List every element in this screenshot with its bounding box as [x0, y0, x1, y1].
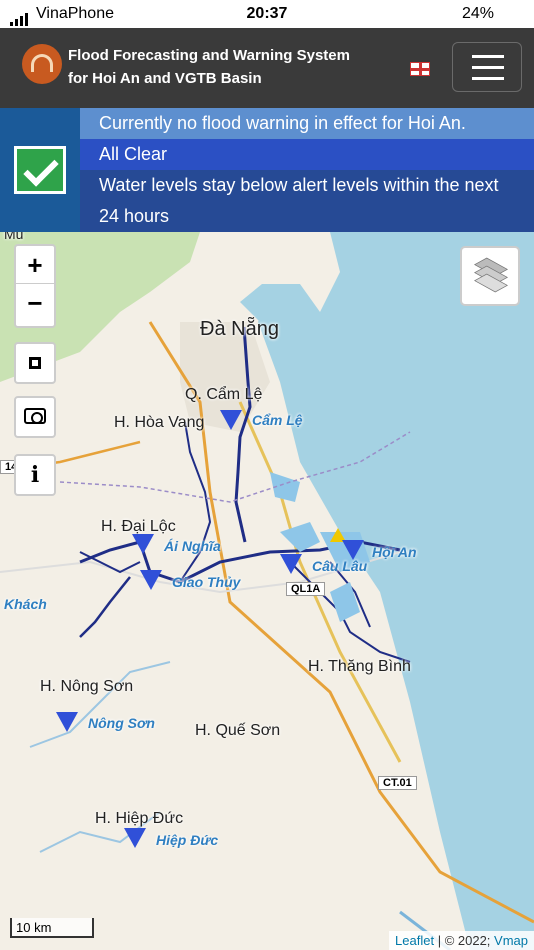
- place-label: H. Quế Sơn: [195, 722, 281, 739]
- status-bar: VinaPhone 20:37 24%: [0, 0, 534, 28]
- place-label: H. Nông Sơn: [40, 678, 134, 695]
- station-marker-icon[interactable]: [132, 534, 154, 554]
- station-marker-icon[interactable]: [342, 540, 364, 560]
- alert-line-4: 24 hours: [80, 201, 534, 232]
- zoom-in-button[interactable]: +: [16, 246, 54, 284]
- station-label[interactable]: Giao Thủy: [172, 574, 240, 590]
- station-marker-icon[interactable]: [56, 712, 78, 732]
- alert-level: All Clear: [80, 139, 534, 170]
- station-marker-icon[interactable]: [280, 554, 302, 574]
- road-label: QL1A: [286, 582, 326, 596]
- alert-line-3: Water levels stay below alert levels wit…: [80, 170, 534, 201]
- scale-bar: 10 km: [10, 918, 94, 938]
- place-label: Mu: [4, 232, 24, 242]
- place-label: Đà Nẵng: [200, 318, 279, 340]
- info-button[interactable]: i: [14, 454, 56, 496]
- leaflet-link[interactable]: Leaflet: [395, 933, 434, 948]
- attribution-separator: | © 2022;: [434, 933, 495, 948]
- clock: 20:37: [246, 5, 288, 22]
- map-attribution: Leaflet | © 2022; Vmap: [389, 931, 534, 950]
- place-label: H. Thăng Bình: [308, 658, 411, 675]
- station-label[interactable]: Hội An: [372, 544, 417, 560]
- place-label: H. Hòa Vang: [114, 414, 205, 431]
- hamburger-menu-button[interactable]: [452, 42, 522, 92]
- camera-icon: [24, 408, 46, 424]
- battery-percent: 24%: [461, 5, 494, 22]
- station-label[interactable]: Ái Nghĩa: [164, 538, 221, 554]
- alert-status-box: [0, 108, 80, 232]
- layers-button[interactable]: [460, 246, 520, 306]
- info-icon: i: [30, 462, 40, 488]
- screenshot-button[interactable]: [14, 396, 56, 438]
- alert-line-1: Currently no flood warning in effect for…: [80, 108, 534, 139]
- vmap-link[interactable]: Vmap: [494, 933, 528, 948]
- app-logo[interactable]: [22, 44, 62, 84]
- place-label: H. Hiệp Đức: [95, 810, 184, 827]
- square-icon: [29, 357, 41, 369]
- flood-map[interactable]: Đà Nẵng Q. Cẩm Lệ H. Hòa Vang H. Đại Lộc…: [0, 232, 534, 950]
- station-marker-icon[interactable]: [220, 410, 242, 430]
- check-icon: [14, 146, 66, 194]
- zoom-control: + −: [14, 244, 56, 328]
- app-title-line1: Flood Forecasting and Warning System: [68, 47, 350, 64]
- app-header: Flood Forecasting and Warning System for…: [0, 28, 534, 108]
- station-label[interactable]: Cẩm Lệ: [252, 412, 303, 428]
- station-label[interactable]: Nông Sơn: [88, 715, 155, 731]
- station-label[interactable]: Câu Lâu: [312, 558, 367, 574]
- zoom-out-button[interactable]: −: [16, 284, 54, 322]
- app-title-line2: for Hoi An and VGTB Basin: [68, 70, 262, 87]
- road-label: CT.01: [378, 776, 417, 790]
- station-label[interactable]: Hiệp Đức: [156, 832, 218, 848]
- flood-alert-banner: Currently no flood warning in effect for…: [0, 108, 534, 232]
- station-marker-icon[interactable]: [124, 828, 146, 848]
- language-flag-icon[interactable]: [410, 62, 430, 76]
- app-title: Flood Forecasting and Warning System for…: [68, 44, 350, 90]
- place-label: Khách: [4, 596, 47, 612]
- place-label: Q. Cẩm Lệ: [185, 386, 263, 403]
- fullscreen-button[interactable]: [14, 342, 56, 384]
- station-marker-icon[interactable]: [140, 570, 162, 590]
